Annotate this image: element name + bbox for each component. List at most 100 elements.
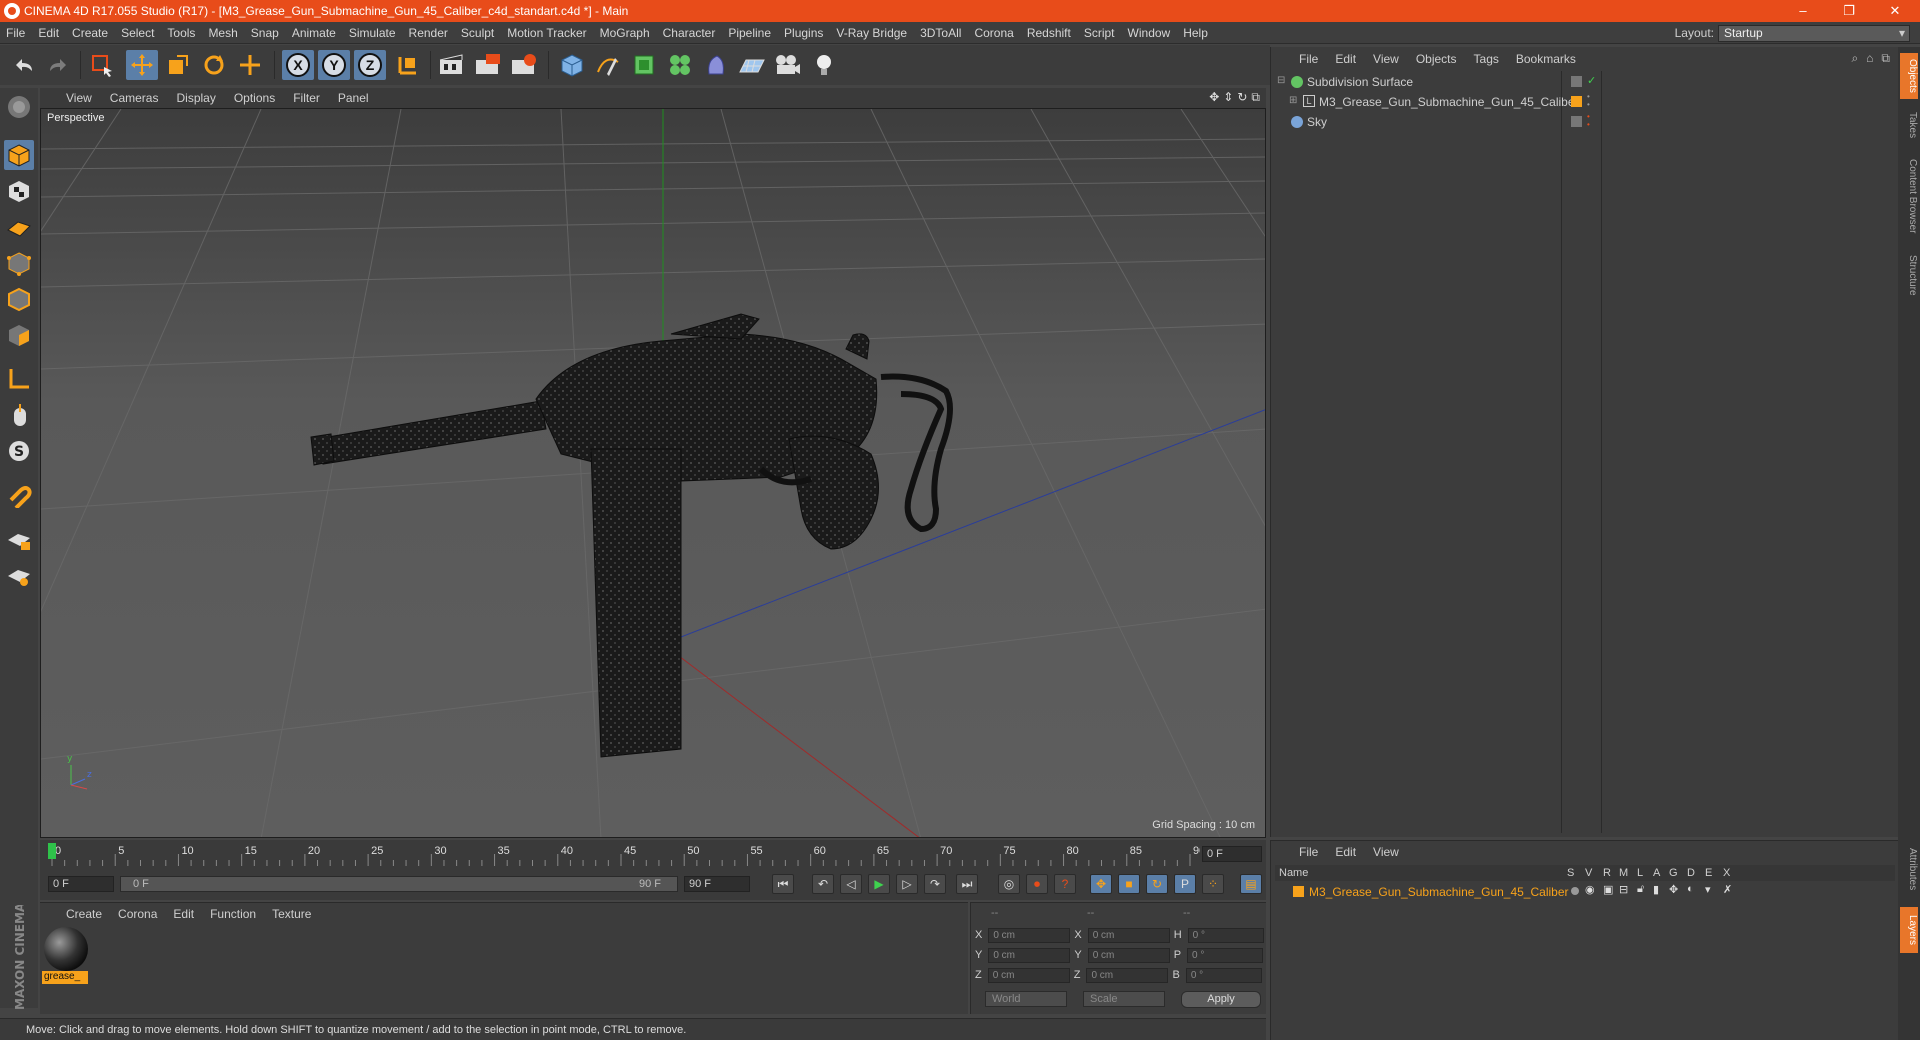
position-y-field[interactable]: 0 cm: [988, 947, 1071, 963]
menu-mograph[interactable]: MoGraph: [600, 26, 650, 40]
key-scale-icon[interactable]: ■: [1118, 874, 1140, 894]
record-keys-icon[interactable]: ◎: [998, 874, 1020, 894]
viewport-menu-filter[interactable]: Filter: [293, 91, 320, 105]
menu-tools[interactable]: Tools: [167, 26, 195, 40]
visibility-dots-icon[interactable]: • •: [1587, 113, 1590, 129]
material-swatch[interactable]: [44, 927, 88, 971]
current-frame-field[interactable]: 0 F: [1202, 846, 1262, 862]
menu-redshift[interactable]: Redshift: [1027, 26, 1071, 40]
model-mode-icon[interactable]: [4, 140, 34, 170]
visibility-dots-icon[interactable]: • •: [1587, 93, 1590, 109]
workplane-mode-icon[interactable]: [4, 212, 34, 242]
autokeying-icon[interactable]: ⏺: [1026, 874, 1048, 894]
layout-select[interactable]: Startup: [1718, 25, 1910, 42]
go-to-start-icon[interactable]: ⏮: [772, 874, 794, 894]
timeline-ruler[interactable]: 051015202530354045505560657075808590 0 F: [40, 840, 1266, 868]
layer-color-swatch[interactable]: [1293, 886, 1304, 897]
rotation-b-field[interactable]: 0 °: [1185, 967, 1262, 983]
tab-content-browser[interactable]: Content Browser: [1900, 151, 1918, 241]
menu-help[interactable]: Help: [1183, 26, 1208, 40]
size-y-field[interactable]: 0 cm: [1087, 947, 1170, 963]
key-rotation-icon[interactable]: ↻: [1146, 874, 1168, 894]
render-toggle-icon[interactable]: ▣: [1603, 883, 1613, 896]
position-x-field[interactable]: 0 cm: [988, 927, 1071, 943]
layer-row[interactable]: M3_Grease_Gun_Submachine_Gun_45_Caliber …: [1275, 883, 1895, 901]
layers-menu-view[interactable]: View: [1373, 845, 1399, 859]
size-mode-dropdown[interactable]: Scale: [1083, 991, 1165, 1007]
layers-menu-file[interactable]: File: [1299, 845, 1318, 859]
minimize-button[interactable]: –: [1780, 0, 1826, 22]
search-icon[interactable]: ⌕: [1851, 51, 1858, 66]
next-frame-icon[interactable]: ▷: [896, 874, 918, 894]
render-settings-icon[interactable]: [508, 50, 540, 80]
home-icon[interactable]: ⌂: [1866, 51, 1873, 66]
maximize-view-icon[interactable]: ⧉: [1251, 90, 1260, 105]
menu-mesh[interactable]: Mesh: [208, 26, 237, 40]
layer-swatch-icon[interactable]: [1571, 116, 1582, 127]
menu-script[interactable]: Script: [1084, 26, 1115, 40]
lock-icon[interactable]: 🔓︎: [1637, 883, 1644, 896]
generator-toggle-icon[interactable]: ✥: [1669, 883, 1678, 896]
manager-toggle-icon[interactable]: ⊟: [1619, 883, 1628, 896]
key-pla-icon[interactable]: ⁘: [1202, 874, 1224, 894]
preview-range-slider[interactable]: 0 F 90 F: [120, 876, 678, 892]
planar-workplane-icon[interactable]: [4, 560, 34, 590]
coordinate-system-icon[interactable]: [392, 50, 424, 80]
play-forward-icon[interactable]: ▶: [868, 874, 890, 894]
material-menu-corona[interactable]: Corona: [118, 907, 157, 921]
objects-menu-tags[interactable]: Tags: [1474, 52, 1499, 66]
layer-name[interactable]: M3_Grease_Gun_Submachine_Gun_45_Caliber: [1309, 885, 1569, 899]
menu-snap[interactable]: Snap: [251, 26, 279, 40]
dolly-view-icon[interactable]: ⇕: [1223, 90, 1233, 105]
size-x-field[interactable]: 0 cm: [1087, 927, 1170, 943]
undo-icon[interactable]: [8, 50, 40, 80]
material-name-label[interactable]: grease_: [42, 971, 88, 984]
live-selection-icon[interactable]: [86, 50, 118, 80]
camera-icon[interactable]: [772, 50, 804, 80]
make-editable-icon[interactable]: [4, 92, 34, 122]
texture-mode-icon[interactable]: [4, 176, 34, 206]
menu-file[interactable]: File: [6, 26, 25, 40]
viewport-menu-options[interactable]: Options: [234, 91, 275, 105]
xref-toggle-icon[interactable]: ✗: [1723, 883, 1732, 896]
position-z-field[interactable]: 0 cm: [987, 967, 1070, 983]
subdivision-surface-icon[interactable]: [628, 50, 660, 80]
layer-swatch-icon[interactable]: [1571, 76, 1582, 87]
enable-axis-icon[interactable]: [4, 364, 34, 394]
animation-toggle-icon[interactable]: ▮: [1653, 883, 1659, 896]
viewport-menu-panel[interactable]: Panel: [338, 91, 369, 105]
previous-frame-icon[interactable]: ◁: [840, 874, 862, 894]
enabled-check-icon[interactable]: ✓: [1587, 74, 1596, 87]
object-row-grease-gun[interactable]: ⊞ L M3_Grease_Gun_Submachine_Gun_45_Cali…: [1275, 93, 1895, 111]
material-menu-create[interactable]: Create: [66, 907, 102, 921]
menu-character[interactable]: Character: [663, 26, 716, 40]
playhead-marker[interactable]: [48, 843, 56, 859]
scale-tool-icon[interactable]: [162, 50, 194, 80]
tab-structure[interactable]: Structure: [1900, 247, 1918, 303]
close-button[interactable]: ✕: [1872, 0, 1918, 22]
key-position-icon[interactable]: ✥: [1090, 874, 1112, 894]
size-z-field[interactable]: 0 cm: [1086, 967, 1169, 983]
move-tool-icon[interactable]: [126, 50, 158, 80]
rotation-h-field[interactable]: 0 °: [1187, 927, 1264, 943]
visibility-eye-icon[interactable]: ◉: [1585, 883, 1595, 896]
tab-layers[interactable]: Layers: [1900, 907, 1918, 953]
lock-x-axis-button[interactable]: X: [282, 50, 314, 80]
snap-s-icon[interactable]: S: [4, 436, 34, 466]
material-menu-function[interactable]: Function: [210, 907, 256, 921]
layer-color-swatch[interactable]: [1571, 96, 1582, 107]
viewport-menu-display[interactable]: Display: [176, 91, 215, 105]
keyframe-selection-icon[interactable]: ?: [1054, 874, 1076, 894]
lock-y-axis-button[interactable]: Y: [318, 50, 350, 80]
collapse-icon[interactable]: ⊟: [1277, 75, 1285, 86]
render-view-icon[interactable]: [436, 50, 468, 80]
object-row-sky[interactable]: Sky • •: [1275, 113, 1895, 131]
menu-corona[interactable]: Corona: [974, 26, 1013, 40]
magnet-icon[interactable]: [4, 480, 34, 510]
rotation-p-field[interactable]: 0 °: [1187, 947, 1264, 963]
expression-toggle-icon[interactable]: ▾: [1705, 883, 1711, 896]
viewport-menu-view[interactable]: View: [66, 91, 92, 105]
go-to-end-icon[interactable]: ⏭: [956, 874, 978, 894]
menu-create[interactable]: Create: [72, 26, 108, 40]
redo-icon[interactable]: [42, 50, 74, 80]
